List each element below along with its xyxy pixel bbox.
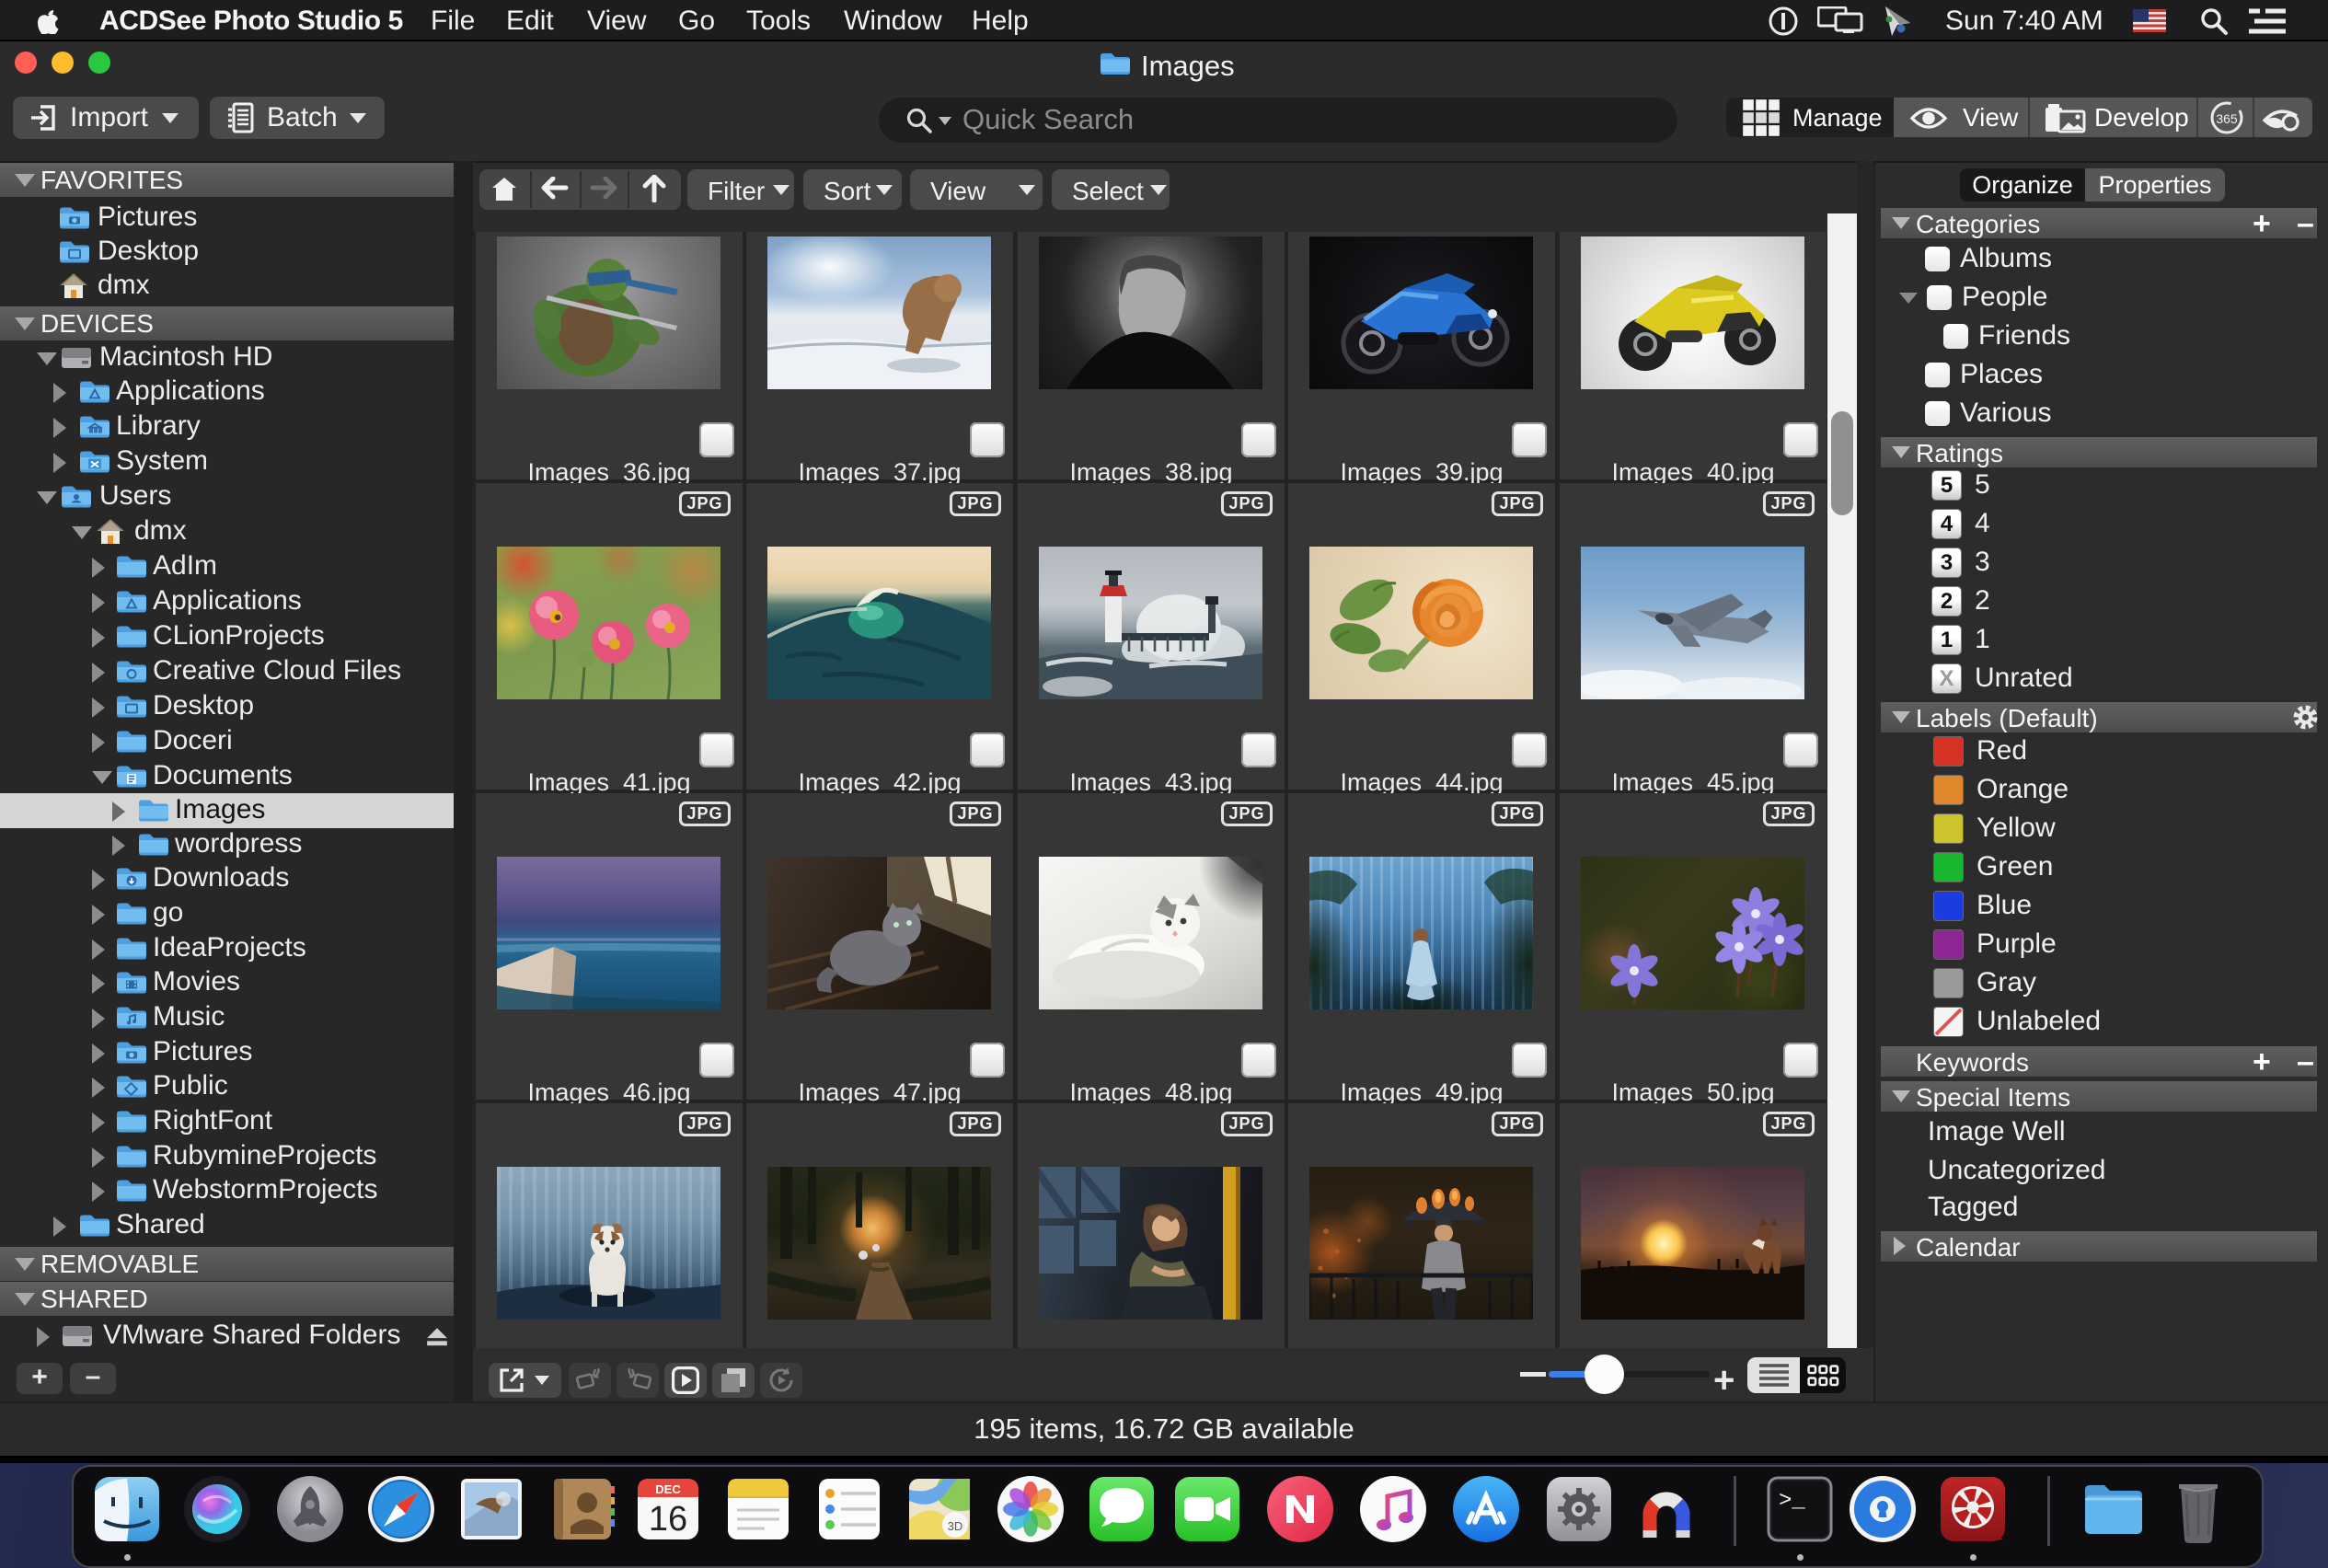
svg-text:DEC: DEC <box>655 1482 681 1496</box>
svg-text:16: 16 <box>649 1500 687 1539</box>
svg-text:>_: >_ <box>1779 1489 1805 1514</box>
svg-text:3D: 3D <box>948 1519 963 1533</box>
svg-text:365: 365 <box>2216 111 2238 126</box>
